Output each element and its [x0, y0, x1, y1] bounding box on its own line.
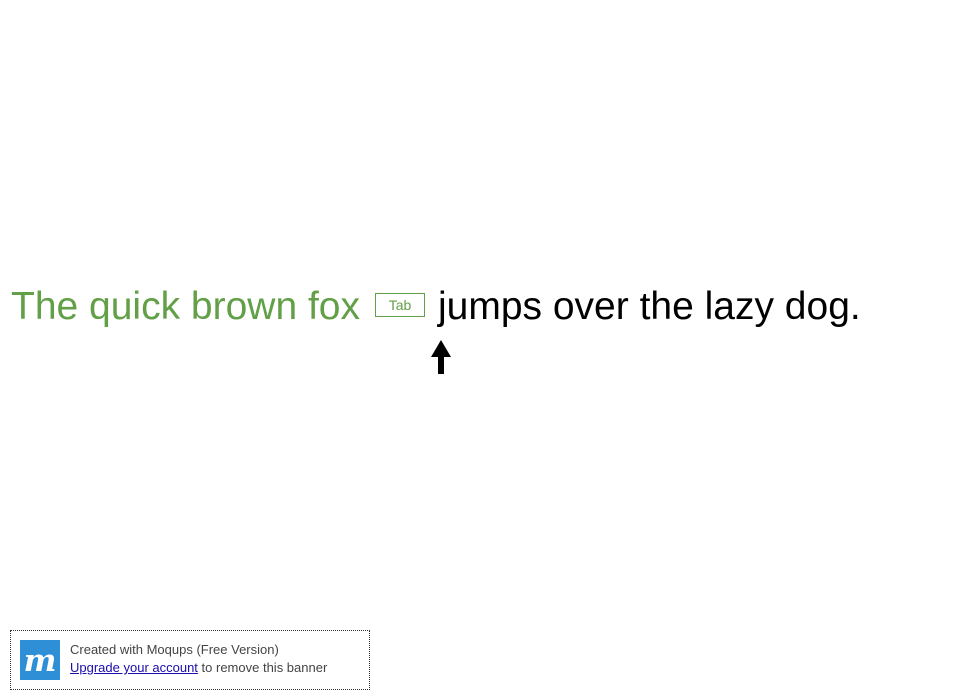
- moqups-logo-icon[interactable]: m: [20, 640, 60, 680]
- mockup-canvas: The quick brown fox Tab jumps over the l…: [0, 0, 960, 700]
- banner-upgrade-line: Upgrade your account to remove this bann…: [70, 660, 327, 676]
- typed-text: The quick brown fox: [11, 285, 361, 328]
- upgrade-account-link[interactable]: Upgrade your account: [70, 660, 198, 675]
- tab-key-indicator: Tab: [375, 293, 425, 317]
- svg-text:m: m: [24, 643, 57, 679]
- remaining-text: jumps over the lazy dog.: [438, 285, 861, 328]
- up-arrow-icon: [431, 340, 451, 374]
- moqups-banner: m Created with Moqups (Free Version) Upg…: [10, 630, 370, 690]
- banner-suffix-text: to remove this banner: [201, 660, 328, 675]
- banner-created-text: Created with Moqups (Free Version): [70, 642, 279, 657]
